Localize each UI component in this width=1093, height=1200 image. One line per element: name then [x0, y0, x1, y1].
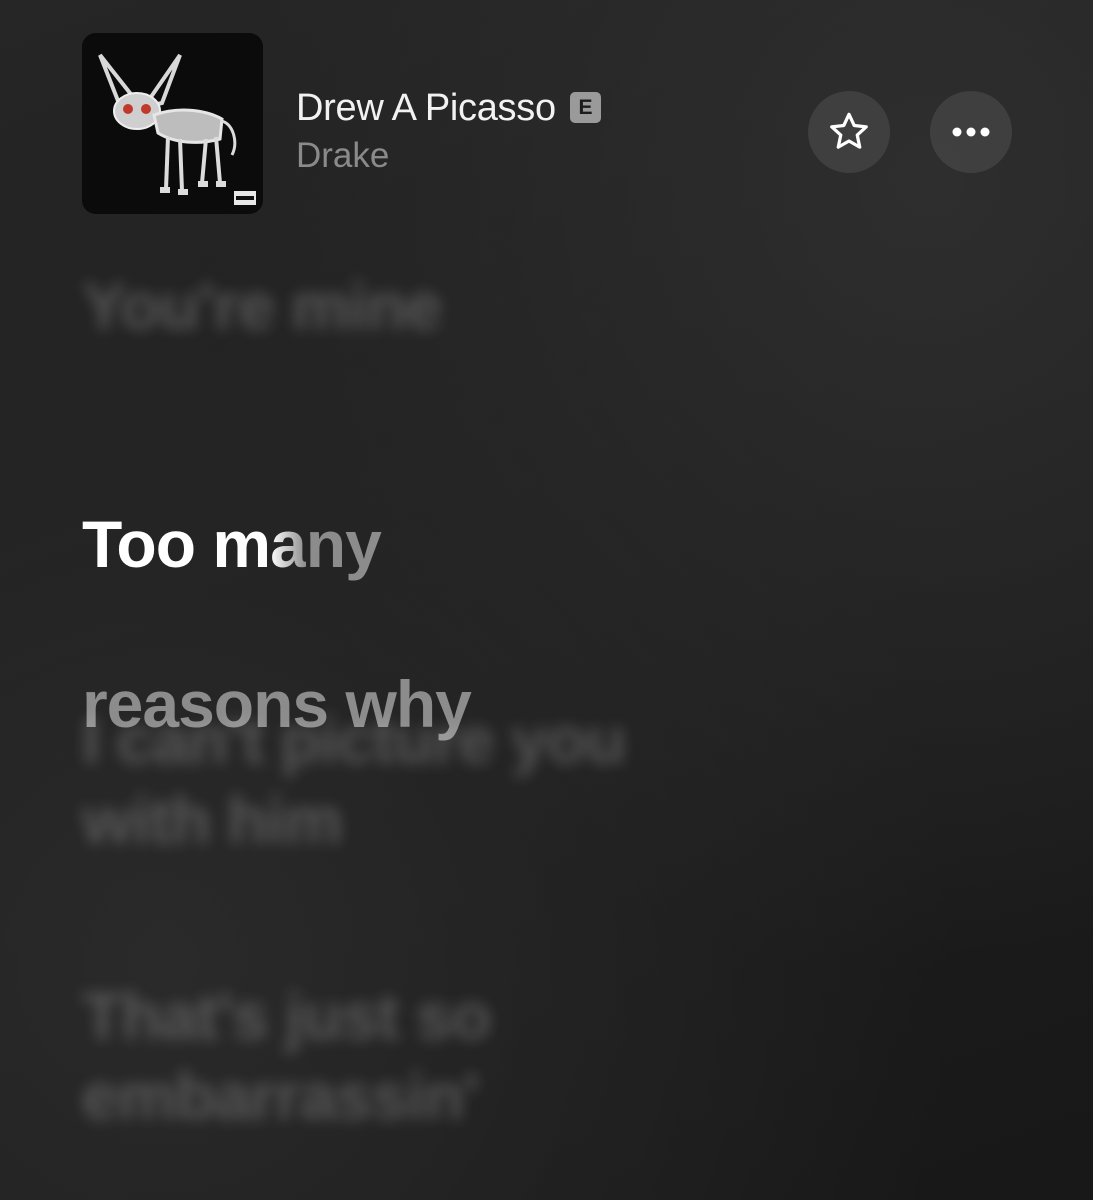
active-lyric-first-line: Too many	[82, 504, 1042, 584]
song-title[interactable]: Drew A Picasso E	[296, 87, 601, 130]
ellipsis-icon	[952, 127, 990, 137]
more-options-button[interactable]	[930, 91, 1012, 173]
lyric-line-previous[interactable]: You're mine	[82, 266, 1042, 346]
lyric-line-upcoming[interactable]: I can't picture you with him	[82, 700, 1042, 860]
artist-name[interactable]: Drake	[296, 136, 389, 176]
song-title-text: Drew A Picasso	[296, 87, 556, 129]
star-icon	[830, 112, 868, 149]
lyric-unsung-part: ny	[305, 507, 382, 581]
now-playing-header: Drew A Picasso E Drake	[82, 33, 1022, 215]
lyric-sung-part: Too m	[82, 507, 271, 581]
lyric-line-upcoming[interactable]: That's just so embarrassin'	[82, 976, 1042, 1136]
album-art[interactable]	[82, 33, 263, 214]
lyric-transition-part: a	[270, 507, 307, 581]
explicit-badge: E	[569, 92, 601, 123]
favorite-button[interactable]	[808, 91, 890, 173]
album-cover-drawing	[82, 33, 263, 214]
